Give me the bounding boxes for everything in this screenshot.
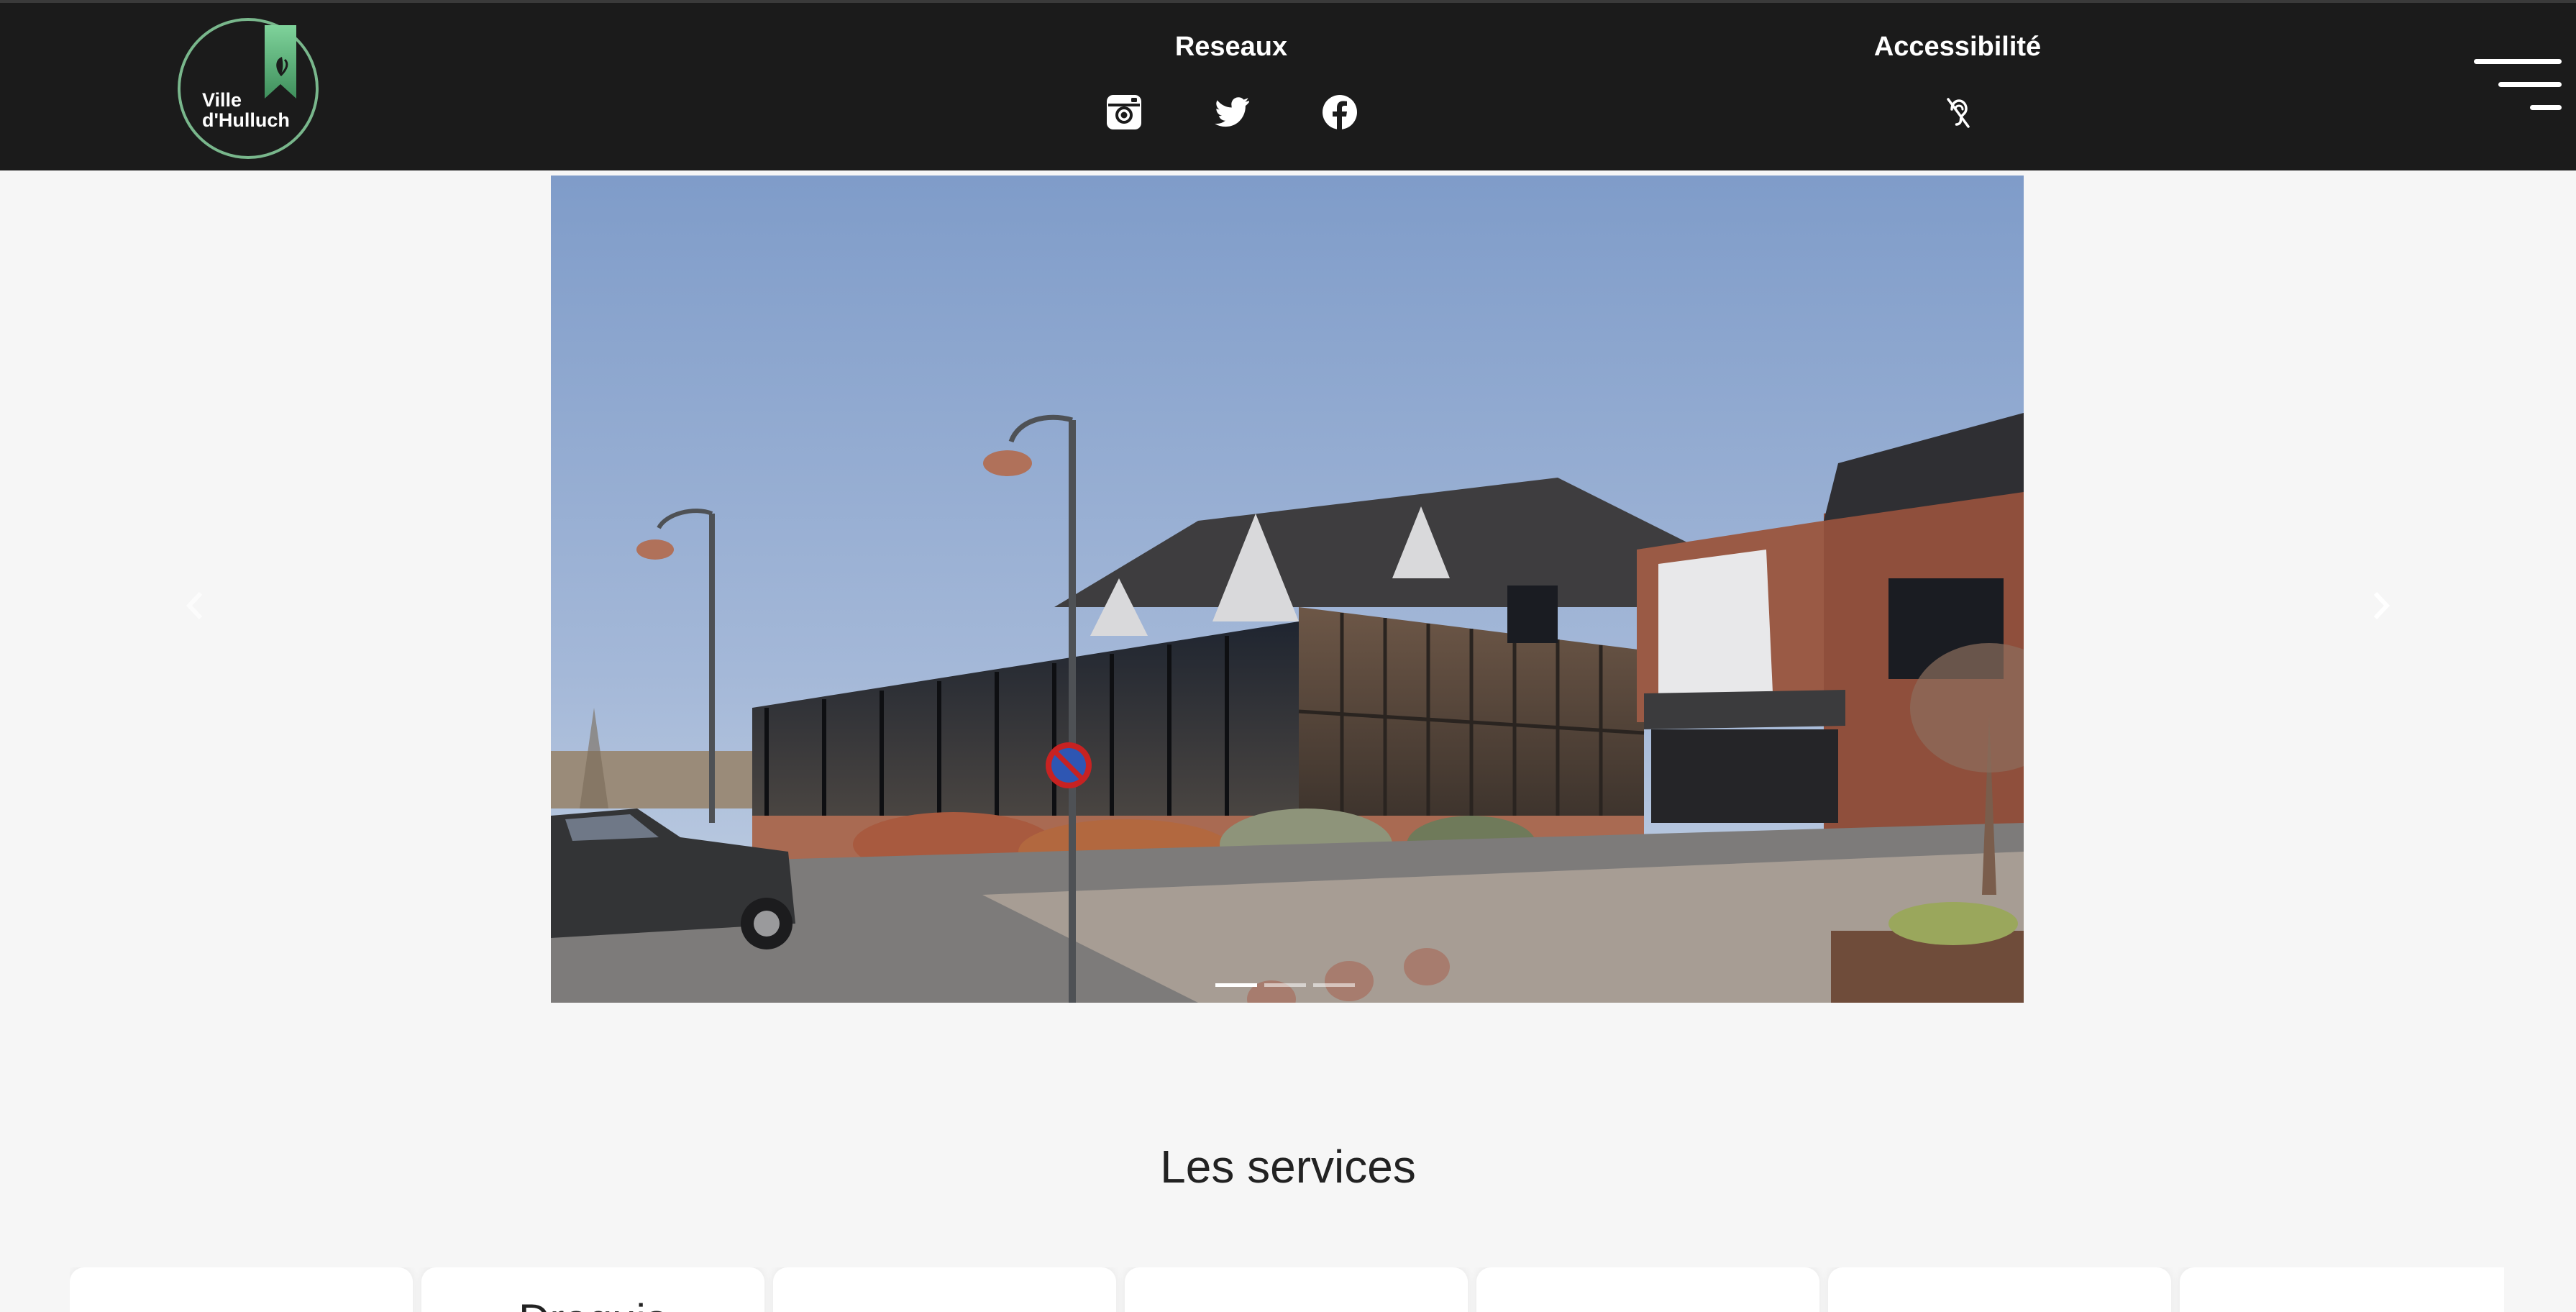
service-card-3[interactable]	[773, 1267, 1116, 1312]
site-header: Ville d'Hulluch Reseaux Accessibilité	[0, 0, 2576, 170]
twitter-icon[interactable]	[1213, 94, 1251, 131]
service-card-6[interactable]	[1828, 1267, 2171, 1312]
hamburger-menu-icon[interactable]	[2472, 59, 2562, 114]
services-cards: Droguis	[70, 1267, 2504, 1312]
service-card-2[interactable]: Droguis	[421, 1267, 764, 1312]
leaf-ribbon-icon	[265, 25, 296, 99]
instagram-icon[interactable]	[1105, 94, 1143, 131]
image-carousel	[0, 170, 2576, 1005]
logo-text: Ville d'Hulluch	[202, 90, 303, 130]
accessibilite-title: Accessibilité	[1873, 32, 2042, 62]
reseaux-title: Reseaux	[1174, 32, 1288, 62]
carousel-indicator-1[interactable]	[1215, 983, 1257, 987]
city-logo[interactable]: Ville d'Hulluch	[178, 18, 319, 159]
facebook-icon[interactable]	[1321, 94, 1358, 131]
chevron-right-icon[interactable]	[2364, 580, 2400, 631]
service-card-4[interactable]	[1125, 1267, 1468, 1312]
carousel-indicators	[1215, 983, 1359, 992]
service-card-5[interactable]	[1476, 1267, 1819, 1312]
chevron-left-icon[interactable]	[176, 580, 212, 631]
service-card-title: Droguis	[421, 1295, 764, 1312]
services-title: Les services	[1160, 1141, 1416, 1193]
hearing-impaired-icon[interactable]	[1940, 94, 1977, 131]
carousel-indicator-2[interactable]	[1264, 983, 1306, 987]
service-card-7[interactable]	[2180, 1267, 2504, 1312]
logo-line-2: d'Hulluch	[202, 109, 290, 131]
carousel-slide-image	[551, 176, 2024, 1003]
logo-line-1: Ville	[202, 89, 242, 111]
carousel-indicator-3[interactable]	[1313, 983, 1355, 987]
service-card-1[interactable]	[70, 1267, 413, 1312]
page: Ville d'Hulluch Reseaux Accessibilité Le…	[0, 0, 2576, 1312]
